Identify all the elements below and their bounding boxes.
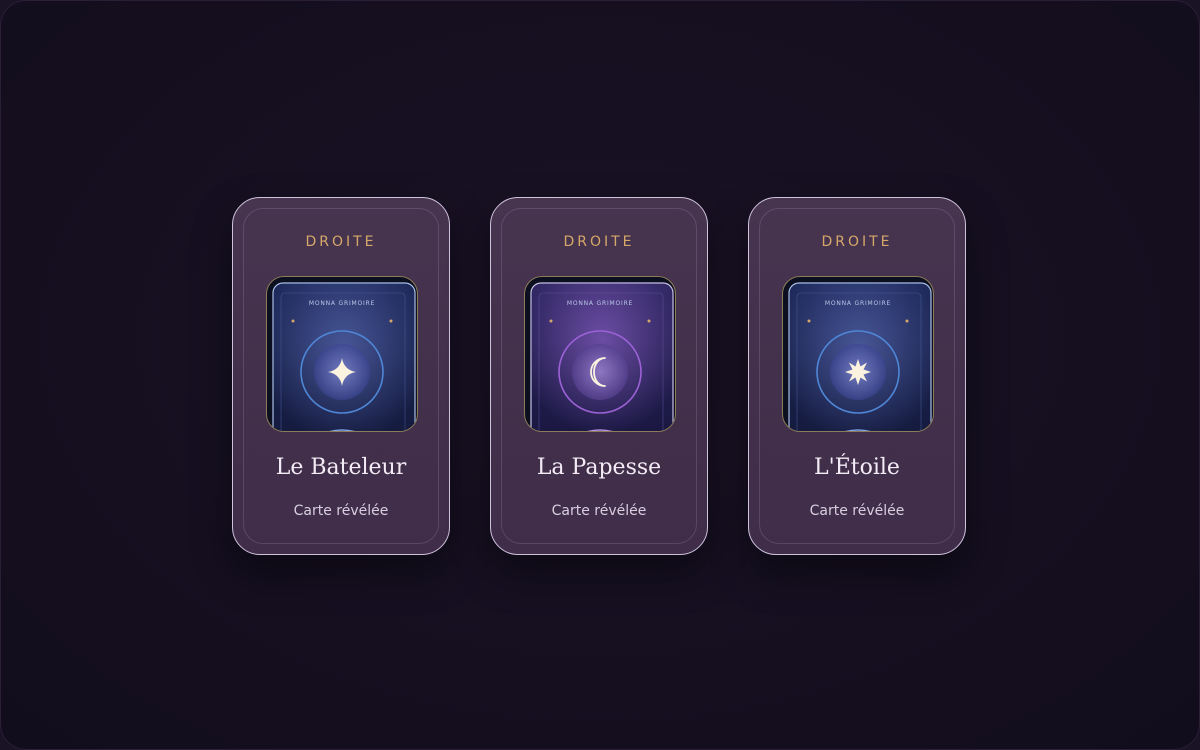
- card-artwork: MONNA GRIMOIRE: [782, 276, 934, 432]
- tarot-spread: DROITE MONNA GRIMOIRE Le Bateleur Carte …: [232, 197, 966, 555]
- card-brand: MONNA GRIMOIRE: [825, 300, 891, 307]
- app-window: DROITE MONNA GRIMOIRE Le Bateleur Carte …: [0, 0, 1200, 750]
- card-name: L'Étoile: [814, 455, 900, 480]
- card-brand: MONNA GRIMOIRE: [309, 300, 375, 307]
- card-brand: MONNA GRIMOIRE: [567, 300, 633, 307]
- card-position-label: DROITE: [563, 234, 635, 250]
- card-artwork: MONNA GRIMOIRE: [524, 276, 676, 432]
- tarot-card-2[interactable]: DROITE MONNA GRIMOIRE La Papesse Carte r…: [490, 197, 708, 555]
- card-artwork: MONNA GRIMOIRE: [266, 276, 418, 432]
- card-position-label: DROITE: [305, 234, 377, 250]
- tarot-card-3[interactable]: DROITE MONNA GRIMOIRE L'Étoile Carte rév…: [748, 197, 966, 555]
- card-position-label: DROITE: [821, 234, 893, 250]
- card-status: Carte révélée: [293, 503, 389, 519]
- tarot-card-1[interactable]: DROITE MONNA GRIMOIRE Le Bateleur Carte …: [232, 197, 450, 555]
- card-name: La Papesse: [536, 455, 662, 480]
- card-status: Carte révélée: [551, 503, 647, 519]
- card-status: Carte révélée: [809, 503, 905, 519]
- card-name: Le Bateleur: [275, 455, 407, 480]
